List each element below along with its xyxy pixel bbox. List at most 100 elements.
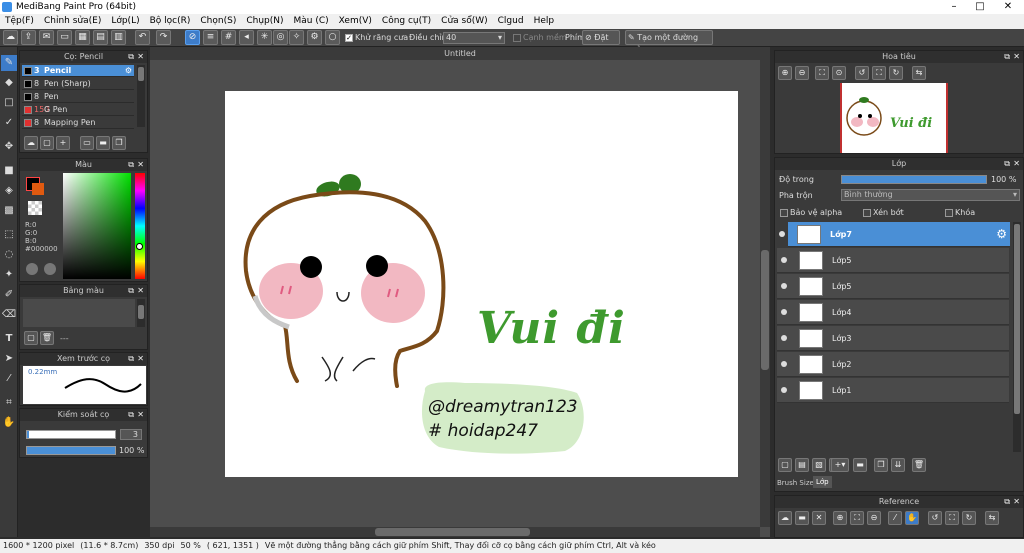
- rotate-right-icon[interactable]: ↻: [889, 66, 903, 80]
- brush-opacity-slider[interactable]: [26, 446, 116, 455]
- move-tool-icon[interactable]: ✥: [1, 139, 17, 155]
- add-brush-icon[interactable]: +: [56, 136, 70, 150]
- maximize-button[interactable]: □: [966, 0, 994, 14]
- layer-row[interactable]: Lớp2: [777, 352, 1009, 377]
- antialias-checkbox[interactable]: ✓ Khử răng cưa: [345, 33, 408, 42]
- magic-wand-icon[interactable]: ✦: [1, 267, 17, 283]
- rotate-right-icon[interactable]: ↻: [962, 511, 976, 525]
- grid-snap-icon[interactable]: #: [221, 30, 236, 45]
- gradient-tool-icon[interactable]: ▩: [1, 203, 17, 219]
- brush-item[interactable]: 150G Pen: [22, 104, 134, 116]
- eyedropper-icon[interactable]: ⁄: [1, 371, 17, 387]
- trash-icon[interactable]: 🗑: [912, 458, 926, 472]
- eye-icon[interactable]: [781, 387, 787, 393]
- flip-icon[interactable]: ⇆: [985, 511, 999, 525]
- brush-size-slider[interactable]: [26, 430, 116, 439]
- menu-layer[interactable]: Lớp(L): [106, 14, 144, 29]
- correction-dropdown[interactable]: 40 ▾: [443, 32, 505, 44]
- eye-icon[interactable]: [781, 309, 787, 315]
- curve-snap-icon[interactable]: ✧: [289, 30, 304, 45]
- redo-icon[interactable]: ↷: [156, 30, 171, 45]
- blend-mode-dropdown[interactable]: Bình thường ▾: [841, 189, 1020, 201]
- palette-list[interactable]: [23, 299, 135, 327]
- eye-icon[interactable]: [781, 257, 787, 263]
- trash-icon[interactable]: 🗑: [40, 331, 54, 345]
- transparent-color-swatch[interactable]: [28, 201, 42, 215]
- flip-icon[interactable]: ⇆: [912, 66, 926, 80]
- zoom-out-icon[interactable]: ⊖: [867, 511, 881, 525]
- new-layer-icon[interactable]: ▢: [778, 458, 792, 472]
- zoom-out-icon[interactable]: ⊖: [795, 66, 809, 80]
- brush-size-value[interactable]: 3: [120, 429, 142, 440]
- new-halftone-layer-icon[interactable]: ▤: [795, 458, 809, 472]
- zoom-in-icon[interactable]: ⊕: [778, 66, 792, 80]
- canvas-horizontal-scrollbar[interactable]: [150, 527, 760, 537]
- folder-icon[interactable]: ▭: [80, 136, 94, 150]
- undo-icon[interactable]: ↶: [135, 30, 150, 45]
- undock-icon[interactable]: ⧉: [128, 159, 134, 171]
- saturation-value-picker[interactable]: [63, 173, 131, 279]
- close-button[interactable]: ✕: [994, 0, 1022, 14]
- menu-file[interactable]: Tệp(F): [0, 14, 39, 29]
- menu-filter[interactable]: Bộ lọc(R): [145, 14, 196, 29]
- fit-screen-icon[interactable]: ⛶: [850, 511, 864, 525]
- fill-rect-icon[interactable]: ■: [1, 163, 17, 179]
- layer-row[interactable]: Lớp5: [777, 248, 1009, 273]
- menu-view[interactable]: Xem(V): [334, 14, 377, 29]
- tab-layer[interactable]: Lớp: [813, 476, 832, 488]
- zoom-actual-icon[interactable]: ⊙: [832, 66, 846, 80]
- brush-tool-icon[interactable]: ✎: [1, 55, 17, 71]
- canvas-area[interactable]: Untitled Vui đi @dreamytran123 # hoidap2…: [150, 47, 770, 537]
- lock-checkbox[interactable]: Khóa: [945, 208, 975, 217]
- lasso-select-icon[interactable]: ◌: [1, 247, 17, 263]
- undock-icon[interactable]: ⧉: [1004, 51, 1010, 63]
- hue-handle[interactable]: [136, 243, 143, 250]
- comment-icon[interactable]: ✉: [39, 30, 54, 45]
- layer-row[interactable]: Lớp1: [777, 378, 1009, 403]
- undock-icon[interactable]: ⧉: [128, 285, 134, 297]
- rotate-left-icon[interactable]: ↺: [928, 511, 942, 525]
- menu-help[interactable]: Help: [529, 14, 560, 29]
- menu-snap[interactable]: Chụp(N): [241, 14, 288, 29]
- undock-icon[interactable]: ⧉: [128, 409, 134, 421]
- soft-edge-checkbox[interactable]: Cạnh mềm: [513, 33, 567, 42]
- tab-brush-size[interactable]: Brush Size: [777, 479, 814, 487]
- layer-row[interactable]: Lớp3: [777, 326, 1009, 351]
- menu-cloud[interactable]: Clgud: [493, 14, 529, 29]
- new-brush-icon[interactable]: ▢: [40, 136, 54, 150]
- add-layer-dropdown-icon[interactable]: +▾: [831, 458, 849, 472]
- document-tab[interactable]: Untitled: [150, 47, 770, 60]
- select-eraser-icon[interactable]: ⌫: [1, 307, 17, 323]
- folder-icon[interactable]: ▬: [853, 458, 867, 472]
- close-reference-icon[interactable]: ✕: [812, 511, 826, 525]
- layer-row[interactable]: Lớp4: [777, 300, 1009, 325]
- layout-icon[interactable]: ▥: [111, 30, 126, 45]
- eye-icon[interactable]: [779, 231, 785, 237]
- reset-button[interactable]: ⊘ Đặt lại: [582, 30, 620, 55]
- brush-item[interactable]: 3 Pencil ⚙: [22, 65, 134, 77]
- gear-icon[interactable]: ⚙: [125, 65, 132, 77]
- eye-icon[interactable]: [781, 335, 787, 341]
- close-icon[interactable]: ✕: [137, 409, 144, 421]
- dot-tool-icon[interactable]: □: [1, 95, 17, 111]
- brush-list-scrollbar[interactable]: [137, 65, 145, 127]
- clipping-checkbox[interactable]: Xén bớt: [863, 208, 904, 217]
- brush-item[interactable]: 8 Mapping Pen: [22, 117, 134, 129]
- close-icon[interactable]: ✕: [137, 285, 144, 297]
- canvas-vertical-scrollbar[interactable]: [760, 60, 770, 527]
- text-tool-icon[interactable]: T: [1, 331, 17, 347]
- folder-open-icon[interactable]: ▬: [96, 136, 110, 150]
- snap-off-icon[interactable]: ⊘: [185, 30, 200, 45]
- new-palette-icon[interactable]: ▢: [24, 331, 38, 345]
- protect-alpha-checkbox[interactable]: Bảo vệ alpha: [780, 208, 842, 217]
- cloud-brush-icon[interactable]: ☁: [24, 136, 38, 150]
- rotate-reset-icon[interactable]: ⛶: [945, 511, 959, 525]
- undock-icon[interactable]: ⧉: [1004, 158, 1010, 170]
- menu-edit[interactable]: Chỉnh sửa(E): [39, 14, 106, 29]
- circle-snap-icon[interactable]: ◎: [273, 30, 288, 45]
- brush-item[interactable]: 8 Pen: [22, 91, 134, 103]
- bucket-tool-icon[interactable]: ◈: [1, 183, 17, 199]
- menu-tools[interactable]: Công cụ(T): [377, 14, 436, 29]
- undock-icon[interactable]: ⧉: [128, 353, 134, 365]
- close-icon[interactable]: ✕: [137, 51, 144, 63]
